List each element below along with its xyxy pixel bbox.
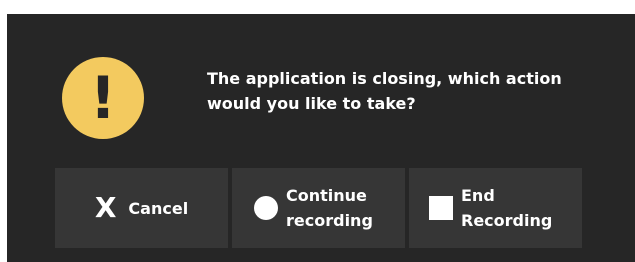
- close-icon: X: [94, 191, 117, 224]
- dialog-message-line2: would you like to take?: [207, 94, 416, 113]
- dialog-message: The application is closing, which action…: [207, 66, 607, 116]
- cancel-button[interactable]: X Cancel: [55, 168, 228, 248]
- continue-label-line1: Continue: [286, 186, 367, 205]
- end-label-line2: Recording: [461, 211, 553, 230]
- continue-recording-label: Continue recording: [286, 183, 373, 233]
- continue-recording-button[interactable]: Continue recording: [232, 168, 405, 248]
- dialog-message-line1: The application is closing, which action: [207, 69, 562, 88]
- continue-label-line2: recording: [286, 211, 373, 230]
- stop-square-icon: [429, 196, 453, 220]
- end-recording-button[interactable]: End Recording: [409, 168, 582, 248]
- record-circle-icon: [254, 196, 278, 220]
- warning-icon: !: [62, 57, 144, 139]
- end-label-line1: End: [461, 186, 495, 205]
- cancel-label: Cancel: [128, 198, 189, 218]
- end-recording-label: End Recording: [461, 183, 552, 233]
